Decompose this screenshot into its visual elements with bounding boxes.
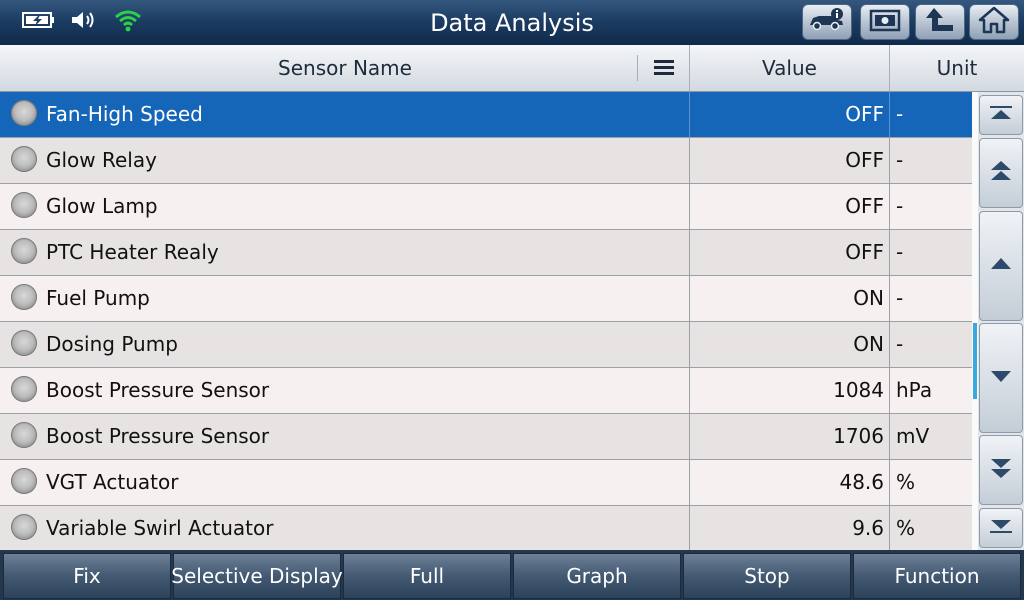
fix-button[interactable]: Fix [3, 553, 171, 599]
back-arrow-icon [923, 6, 957, 38]
radio-icon[interactable] [11, 238, 37, 264]
radio-icon[interactable] [11, 376, 37, 402]
sensor-name: Boost Pressure Sensor [46, 378, 270, 402]
cell-divider [889, 460, 890, 505]
sensor-name: Variable Swirl Actuator [46, 516, 274, 540]
stop-button[interactable]: Stop [683, 553, 851, 599]
sensor-unit: - [896, 102, 904, 126]
selective-display-button[interactable]: Selective Display [171, 553, 343, 599]
sensor-unit: - [896, 148, 904, 172]
line-down-button[interactable] [979, 323, 1023, 433]
sensor-name: Glow Lamp [46, 194, 158, 218]
back-button[interactable] [915, 4, 965, 40]
sensor-value: 48.6 [839, 470, 884, 494]
table-row[interactable]: VGT Actuator 48.6 % [0, 460, 972, 506]
screenshot-icon [868, 7, 902, 37]
cell-divider [889, 138, 890, 183]
sensor-name: VGT Actuator [46, 470, 179, 494]
scrollbar-thumb[interactable] [973, 323, 977, 399]
sensor-value: ON [853, 332, 884, 356]
scroll-top-button[interactable] [979, 95, 1023, 135]
cell-divider [889, 184, 890, 229]
table-header: Sensor Name Value Unit [0, 45, 1024, 92]
title-bar: Data Analysis [0, 0, 1024, 46]
list-menu-icon[interactable] [653, 57, 675, 81]
cell-divider [889, 276, 890, 321]
table-row[interactable]: Boost Pressure Sensor 1084 hPa [0, 368, 972, 414]
line-up-icon [988, 256, 1014, 276]
sensor-unit: hPa [896, 378, 933, 402]
table-row[interactable]: PTC Heater Realy OFF - [0, 230, 972, 276]
table-row[interactable]: Fan-High Speed OFF - [0, 92, 972, 138]
sensor-name: Glow Relay [46, 148, 157, 172]
cell-divider [889, 230, 890, 275]
radio-icon[interactable] [11, 330, 37, 356]
cell-divider [889, 506, 890, 550]
line-up-button[interactable] [979, 211, 1023, 321]
cell-divider [889, 368, 890, 413]
table-row[interactable]: Glow Relay OFF - [0, 138, 972, 184]
radio-icon[interactable] [11, 422, 37, 448]
sensor-value: 1706 [833, 424, 884, 448]
graph-button[interactable]: Graph [513, 553, 681, 599]
home-icon [978, 6, 1010, 38]
table-row[interactable]: Dosing Pump ON - [0, 322, 972, 368]
sensor-unit: mV [896, 424, 930, 448]
table-row[interactable]: Boost Pressure Sensor 1706 mV [0, 414, 972, 460]
radio-icon[interactable] [11, 514, 37, 540]
cell-divider [889, 322, 890, 367]
bottom-toolbar: Fix Selective Display Full Graph Stop Fu… [0, 550, 1024, 600]
sensor-value: 1084 [833, 378, 884, 402]
radio-icon[interactable] [11, 100, 37, 126]
header-value[interactable]: Value [690, 45, 889, 91]
screenshot-button[interactable] [860, 4, 910, 40]
sensor-value: OFF [845, 194, 884, 218]
sensor-value: ON [853, 286, 884, 310]
table-row[interactable]: Fuel Pump ON - [0, 276, 972, 322]
vehicle-info-button[interactable] [802, 4, 852, 40]
table-row[interactable]: Glow Lamp OFF - [0, 184, 972, 230]
sensor-unit: - [896, 194, 904, 218]
sensor-unit: % [896, 516, 916, 540]
cell-divider [889, 414, 890, 459]
full-button[interactable]: Full [343, 553, 511, 599]
page-down-icon [988, 456, 1014, 484]
sensor-name: Fuel Pump [46, 286, 150, 310]
sensor-unit: - [896, 332, 904, 356]
sensor-value: OFF [845, 240, 884, 264]
line-down-icon [988, 368, 1014, 388]
scrollbar-track[interactable] [972, 92, 978, 550]
sensor-unit: - [896, 286, 904, 310]
sensor-name: Fan-High Speed [46, 102, 203, 126]
sensor-name: Dosing Pump [46, 332, 178, 356]
page-down-button[interactable] [979, 435, 1023, 505]
radio-icon[interactable] [11, 284, 37, 310]
cell-divider [889, 92, 890, 137]
sensor-value: 9.6 [852, 516, 884, 540]
header-separator [637, 55, 638, 81]
radio-icon[interactable] [11, 146, 37, 172]
page-up-button[interactable] [979, 138, 1023, 208]
header-unit[interactable]: Unit [890, 45, 1024, 91]
vehicle-info-icon [807, 7, 847, 37]
radio-icon[interactable] [11, 192, 37, 218]
scroll-bottom-button[interactable] [979, 508, 1023, 548]
sensor-unit: % [896, 470, 916, 494]
table-row[interactable]: Variable Swirl Actuator 9.6 % [0, 506, 972, 550]
scroll-bottom-icon [988, 518, 1014, 538]
radio-icon[interactable] [11, 468, 37, 494]
page-up-icon [988, 159, 1014, 187]
sensor-name: Boost Pressure Sensor [46, 424, 270, 448]
sensor-unit: - [896, 240, 904, 264]
sensor-value: OFF [845, 148, 884, 172]
header-sensor-name[interactable]: Sensor Name [0, 45, 690, 91]
home-button[interactable] [969, 4, 1019, 40]
scroll-top-icon [988, 105, 1014, 125]
function-button[interactable]: Function [853, 553, 1021, 599]
sensor-table: Fan-High Speed OFF - Glow Relay OFF - Gl… [0, 92, 972, 550]
sensor-value: OFF [845, 102, 884, 126]
sensor-name: PTC Heater Realy [46, 240, 219, 264]
